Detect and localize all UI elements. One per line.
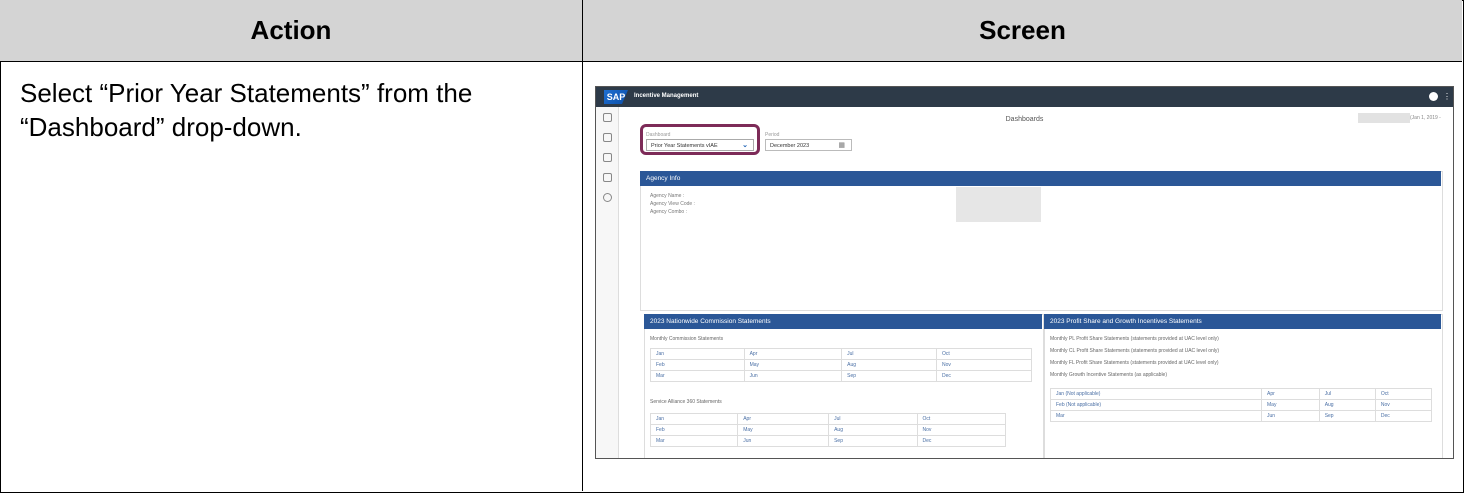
month-link[interactable]: May — [737, 424, 830, 436]
app-title: Incentive Management — [634, 93, 699, 99]
month-link[interactable]: Jan (Not applicable) — [1050, 388, 1262, 400]
month-link[interactable]: Dec — [916, 435, 1007, 447]
profit-item: Monthly Growth Incentive Statements (as … — [1050, 372, 1167, 378]
month-link[interactable]: Apr — [743, 348, 843, 360]
month-link[interactable]: May — [1261, 399, 1320, 411]
month-link[interactable]: Dec — [1374, 410, 1433, 422]
reports-nav-icon[interactable] — [603, 153, 612, 162]
table-row: Jan Apr Jul Oct — [650, 348, 1032, 360]
table-row: Feb May Aug Nov — [649, 424, 1007, 436]
month-link[interactable]: May — [743, 359, 843, 371]
agency-panel — [640, 171, 1443, 311]
sap-logo: SAP — [604, 90, 628, 104]
menu-icon[interactable]: ⋮ — [1443, 92, 1451, 101]
column-divider — [582, 62, 583, 491]
month-link[interactable]: Jan — [649, 413, 739, 425]
monthly-commission-label: Monthly Commission Statements — [650, 336, 724, 342]
screen-header: Screen — [583, 0, 1462, 62]
month-link[interactable]: Aug — [841, 359, 938, 371]
month-link[interactable]: Aug — [1318, 399, 1376, 411]
documents-nav-icon[interactable] — [603, 173, 612, 182]
month-link[interactable]: Jul — [1318, 388, 1376, 400]
month-link[interactable]: Mar — [1050, 410, 1262, 422]
commission-panel-title: 2023 Nationwide Commission Statements — [644, 314, 1042, 329]
month-link[interactable]: Dec — [936, 370, 1032, 382]
table-row: Mar Jun Sep Dec — [650, 370, 1032, 382]
table-row: Jan (Not applicable) Apr Jul Oct — [1050, 388, 1433, 400]
profit-panel-title: 2023 Profit Share and Growth Incentives … — [1044, 314, 1441, 329]
monthly-commission-table: Jan Apr Jul Oct Feb May Aug Nov Mar Jun Sep Dec — [650, 348, 1032, 382]
period-label: Period — [765, 132, 780, 138]
month-link[interactable]: Jun — [1261, 410, 1320, 422]
month-link[interactable]: Nov — [936, 359, 1032, 371]
service-alliance-label: Service Alliance 360 Statements — [650, 399, 722, 405]
service-alliance-table: Jan Apr Jul Oct Feb May Aug Nov Mar Jun Sep Dec — [649, 413, 1007, 447]
user-name-redacted — [1358, 113, 1410, 123]
instruction-text: Select “Prior Year Statements” from the … — [20, 78, 473, 142]
month-link[interactable]: Oct — [936, 348, 1032, 360]
month-link[interactable]: Jan — [650, 348, 745, 360]
month-link[interactable]: Jun — [743, 370, 843, 382]
month-link[interactable]: Mar — [650, 370, 745, 382]
screenshot: SAP Incentive Management ⋮ Dashboards (J… — [595, 86, 1454, 459]
month-link[interactable]: Nov — [916, 424, 1007, 436]
month-link[interactable]: Aug — [828, 424, 918, 436]
user-date: (Jan 1, 2019 - — [1410, 115, 1441, 121]
month-link[interactable]: Apr — [737, 413, 830, 425]
table-row: Feb (Not applicable) May Aug Nov — [1050, 399, 1433, 411]
left-nav — [596, 107, 619, 458]
agency-info-redacted — [956, 187, 1041, 222]
profit-item: Monthly CL Profit Share Statements (stat… — [1050, 348, 1220, 354]
agency-combo-label: Agency Combo : — [650, 209, 687, 215]
month-link[interactable]: Sep — [841, 370, 938, 382]
month-link[interactable]: Jul — [828, 413, 918, 425]
month-link[interactable]: Feb — [650, 359, 745, 371]
month-link[interactable]: Sep — [1318, 410, 1376, 422]
month-link[interactable]: Jun — [737, 435, 830, 447]
dropdown-highlight-box — [640, 124, 760, 155]
month-link[interactable]: Apr — [1261, 388, 1320, 400]
help-icon[interactable] — [1429, 92, 1438, 101]
month-link[interactable]: Feb (Not applicable) — [1050, 399, 1262, 411]
agency-view-code-label: Agency View Code : — [650, 201, 695, 207]
month-link[interactable]: Oct — [1374, 388, 1433, 400]
month-link[interactable]: Jul — [841, 348, 938, 360]
table-row: Jan Apr Jul Oct — [649, 413, 1007, 425]
app-top-bar: SAP Incentive Management ⋮ — [596, 87, 1453, 107]
period-value: December 2023 — [770, 143, 810, 149]
table-row: Mar Jun Sep Dec — [1050, 410, 1433, 422]
month-link[interactable]: Oct — [916, 413, 1007, 425]
month-link[interactable]: Nov — [1374, 399, 1433, 411]
profit-item: Monthly FL Profit Share Statements (stat… — [1050, 360, 1219, 366]
month-link[interactable]: Sep — [828, 435, 918, 447]
table-row: Mar Jun Sep Dec — [649, 435, 1007, 447]
agency-name-label: Agency Name : — [650, 193, 685, 199]
agency-panel-title: Agency Info — [640, 171, 1441, 186]
profit-item: Monthly PL Profit Share Statements (stat… — [1050, 336, 1219, 342]
action-header: Action — [0, 0, 583, 62]
table-row: Feb May Aug Nov — [650, 359, 1032, 371]
settings-nav-icon[interactable] — [603, 193, 612, 202]
month-link[interactable]: Feb — [649, 424, 739, 436]
profit-table: Jan (Not applicable) Apr Jul Oct Feb (Not a… — [1050, 388, 1433, 422]
period-field[interactable]: December 2023 ▦ — [765, 139, 852, 151]
page-title: Dashboards — [1005, 116, 1044, 123]
month-link[interactable]: Mar — [649, 435, 739, 447]
compensation-nav-icon[interactable] — [603, 133, 612, 142]
calendar-icon[interactable]: ▦ — [838, 140, 845, 152]
